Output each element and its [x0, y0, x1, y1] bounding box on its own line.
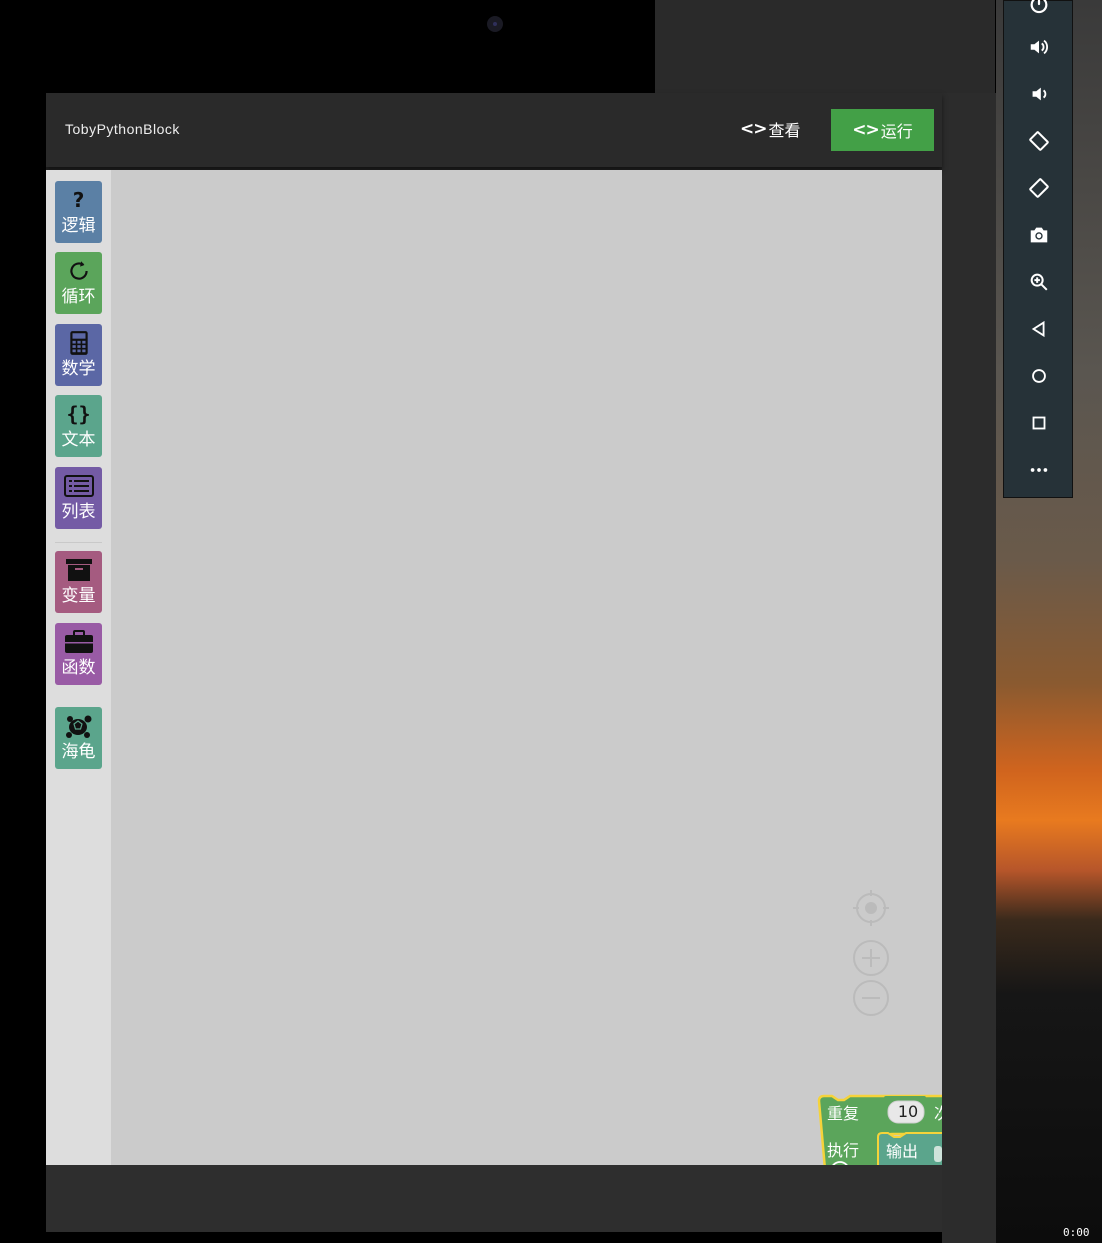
- category-label: 海龟: [61, 742, 96, 762]
- blockly-workspace[interactable]: ? 逻辑 循环 数学 {} 文本 列表 变量 函数 海龟 重复 10 执行 输出: [46, 170, 942, 1226]
- view-code-button[interactable]: <> 查看: [740, 117, 801, 141]
- app-window: TobyPythonBlock <> 查看 <> 运行 ? 逻辑 循环 数学 {…: [46, 93, 942, 1232]
- question-icon: ?: [72, 188, 85, 212]
- zoom-icon[interactable]: [1026, 269, 1052, 295]
- more-icon[interactable]: [1026, 457, 1052, 483]
- view-code-label: 查看: [768, 121, 801, 140]
- list-icon: [63, 471, 94, 501]
- rotate-left-icon[interactable]: [1026, 128, 1052, 154]
- calculator-icon: [68, 328, 90, 358]
- app-title: TobyPythonBlock: [65, 121, 180, 137]
- category-turtle[interactable]: 海龟: [55, 707, 102, 769]
- category-functions[interactable]: 函数: [55, 623, 102, 685]
- emulator-toolbar: [1003, 0, 1073, 498]
- repeat-count-field[interactable]: 10: [895, 1102, 921, 1121]
- overview-icon[interactable]: [1026, 410, 1052, 436]
- category-text[interactable]: {} 文本: [55, 395, 102, 457]
- loop-icon: [66, 256, 92, 286]
- toolbox: ? 逻辑 循环 数学 {} 文本 列表 变量 函数 海龟: [46, 170, 111, 1165]
- do-label: 执行: [827, 1141, 860, 1160]
- category-label: 函数: [61, 658, 96, 678]
- volume-down-icon[interactable]: [1026, 81, 1052, 107]
- category-label: 数学: [61, 359, 96, 379]
- home-icon[interactable]: [1026, 363, 1052, 389]
- category-label: 逻辑: [61, 216, 96, 236]
- device-top-bezel-right: [655, 0, 995, 93]
- code-icon: <>: [852, 120, 879, 140]
- category-label: 变量: [61, 586, 96, 606]
- camera-icon[interactable]: [1026, 222, 1052, 248]
- app-header: TobyPythonBlock <> 查看 <> 运行: [46, 93, 942, 167]
- category-label: 列表: [61, 502, 96, 522]
- category-label: 循环: [61, 287, 96, 307]
- braces-icon: {}: [66, 402, 91, 426]
- device-left-bezel: [0, 93, 46, 1243]
- category-lists[interactable]: 列表: [55, 467, 102, 529]
- repeat-label: 重复: [827, 1104, 860, 1123]
- bottom-bar: [46, 1165, 942, 1232]
- repeat-suffix: 次: [934, 1100, 942, 1124]
- code-icon: <>: [740, 119, 767, 139]
- archive-icon: [65, 555, 93, 585]
- turtle-icon: [64, 711, 94, 741]
- recording-timer: 0:00: [1063, 1226, 1090, 1239]
- rotate-right-icon[interactable]: [1026, 175, 1052, 201]
- category-logic[interactable]: ? 逻辑: [55, 181, 102, 243]
- volume-up-icon[interactable]: [1026, 34, 1052, 60]
- briefcase-icon: [64, 627, 94, 657]
- run-button[interactable]: <> 运行: [831, 109, 934, 151]
- category-label: 文本: [61, 430, 96, 450]
- front-camera: [487, 16, 503, 32]
- center-workspace-icon[interactable]: [852, 889, 890, 927]
- category-math[interactable]: 数学: [55, 324, 102, 386]
- toolbox-separator: [55, 542, 102, 543]
- category-loops[interactable]: 循环: [55, 252, 102, 314]
- device-right-bezel: [942, 93, 996, 1243]
- run-label: 运行: [880, 122, 913, 141]
- output-label: 输出: [886, 1142, 919, 1161]
- zoom-in-icon[interactable]: [852, 939, 890, 977]
- zoom-out-icon[interactable]: [852, 979, 890, 1017]
- power-icon[interactable]: [1026, 0, 1052, 17]
- category-variables[interactable]: 变量: [55, 551, 102, 613]
- back-icon[interactable]: [1026, 316, 1052, 342]
